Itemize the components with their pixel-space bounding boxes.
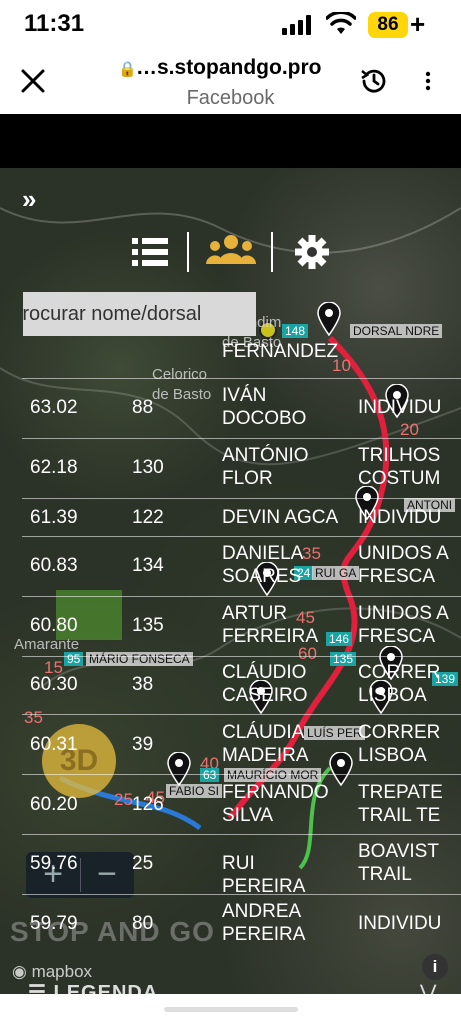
runner-team: UNIDOS A FRESCA	[358, 543, 449, 587]
runner-team: INDIVIDU	[358, 397, 442, 418]
table-row[interactable]: 59.76 25 RUI PEREIRA BOAVIST TRAIL	[22, 834, 461, 897]
runner-name: CLÁUDIO CASEIRO	[222, 662, 308, 706]
table-row[interactable]: 62.18 130 ANTÓNIO FLOR TRILHOS COSTUM	[22, 438, 461, 498]
charging-indicator: +	[410, 9, 426, 39]
status-bar: 11:31 86 +	[0, 0, 461, 52]
runner-name: IVÁN DOCOBO	[222, 385, 307, 429]
runner-name: DEVIN AGCA	[222, 507, 339, 528]
cellular-signal-icon	[282, 15, 312, 35]
runner-points: 62.18	[30, 457, 78, 478]
runner-name: FERNANDEZ	[222, 341, 339, 362]
table-row[interactable]: 60.80 135 ARTUR FERREIRA UNIDOS A FRESCA	[22, 596, 461, 656]
runner-bib: 25	[132, 853, 154, 874]
info-icon[interactable]: i	[422, 954, 448, 980]
tab-separator	[271, 232, 273, 272]
runner-bib: 126	[132, 794, 164, 815]
runner-team: CORRER LISBOA	[358, 722, 441, 766]
mapbox-label: mapbox	[31, 962, 93, 981]
mapbox-attribution[interactable]: ◉ mapbox	[12, 962, 92, 982]
url-domain[interactable]: …s.stopandgo.pro	[136, 56, 322, 80]
tab-separator	[187, 232, 189, 272]
runner-team: TRILHOS COSTUM	[358, 445, 441, 489]
page-header-band	[0, 114, 461, 168]
history-icon[interactable]	[359, 66, 389, 96]
runner-bib: 135	[132, 615, 164, 636]
table-row[interactable]: 59.79 80 ANDREA PEREIRA INDIVIDU	[22, 894, 461, 954]
table-row[interactable]: 60.31 39 CLÁUDIA MADEIRA CORRER LISBOA	[22, 714, 461, 774]
gear-icon[interactable]	[292, 230, 332, 274]
runner-team: BOAVIST TRAIL	[358, 841, 439, 885]
runner-points: 61.39	[30, 507, 78, 528]
runner-name: ANDREA PEREIRA	[222, 901, 306, 945]
runner-bib: 80	[132, 913, 154, 934]
runner-name: ARTUR FERREIRA	[222, 603, 319, 647]
more-options-icon[interactable]	[422, 66, 434, 96]
runner-points: 59.79	[30, 913, 78, 934]
group-icon[interactable]	[206, 230, 256, 274]
runner-points: 60.20	[30, 794, 78, 815]
runner-team: CORRER LISBOA	[358, 662, 441, 706]
runner-team: UNIDOS A FRESCA	[358, 603, 449, 647]
table-row[interactable]: FERNANDEZ	[22, 330, 461, 378]
table-row[interactable]: 60.20 126 FERNANDO SILVA TREPATE TRAIL T…	[22, 774, 461, 834]
runner-points: 63.02	[30, 397, 78, 418]
runner-team: TREPATE TRAIL TE	[358, 782, 443, 826]
runner-name: DANIELA SOARES	[222, 543, 304, 587]
runner-bib: 130	[132, 457, 164, 478]
search-placeholder: Procurar nome/dorsal	[23, 303, 202, 325]
runner-bib: 122	[132, 507, 164, 528]
runner-points: 59.76	[30, 853, 78, 874]
runner-name: ANTÓNIO FLOR	[222, 445, 309, 489]
lock-icon: 🔒	[118, 61, 137, 78]
map-view[interactable]: Celorico de Basto Amarante Mondim de Bas…	[0, 168, 461, 1024]
list-icon[interactable]	[130, 230, 170, 274]
runner-team: INDIVIDU	[358, 507, 442, 528]
table-row[interactable]: 60.30 38 CLÁUDIO CASEIRO CORRER LISBOA	[22, 656, 461, 714]
table-row[interactable]: 63.02 88 IVÁN DOCOBO INDIVIDU	[22, 378, 461, 438]
runner-name: RUI PEREIRA	[222, 853, 306, 897]
table-row[interactable]: 61.39 122 DEVIN AGCA INDIVIDU	[22, 498, 461, 536]
runner-bib: 134	[132, 555, 164, 576]
url-source: Facebook	[186, 87, 275, 109]
runner-name: CLÁUDIA MADEIRA	[222, 722, 309, 766]
clock: 11:31	[24, 10, 85, 37]
runner-points: 60.80	[30, 615, 78, 636]
expand-panel-button[interactable]: »	[22, 184, 36, 215]
runner-bib: 38	[132, 674, 154, 695]
runner-team: INDIVIDU	[358, 913, 442, 934]
runner-name: FERNANDO SILVA	[222, 782, 329, 826]
table-row[interactable]: 60.83 134 DANIELA SOARES UNIDOS A FRESCA	[22, 536, 461, 596]
home-indicator[interactable]	[164, 1007, 298, 1012]
runner-points: 60.31	[30, 734, 78, 755]
wifi-icon	[326, 12, 356, 34]
runner-points: 60.30	[30, 674, 78, 695]
battery-indicator: 86	[368, 12, 408, 38]
panel-tabs	[130, 230, 340, 274]
runner-points: 60.83	[30, 555, 78, 576]
runner-bib: 39	[132, 734, 154, 755]
browser-url-bar: 🔒 …s.stopandgo.pro Facebook	[0, 52, 461, 114]
runner-bib: 88	[132, 397, 154, 418]
